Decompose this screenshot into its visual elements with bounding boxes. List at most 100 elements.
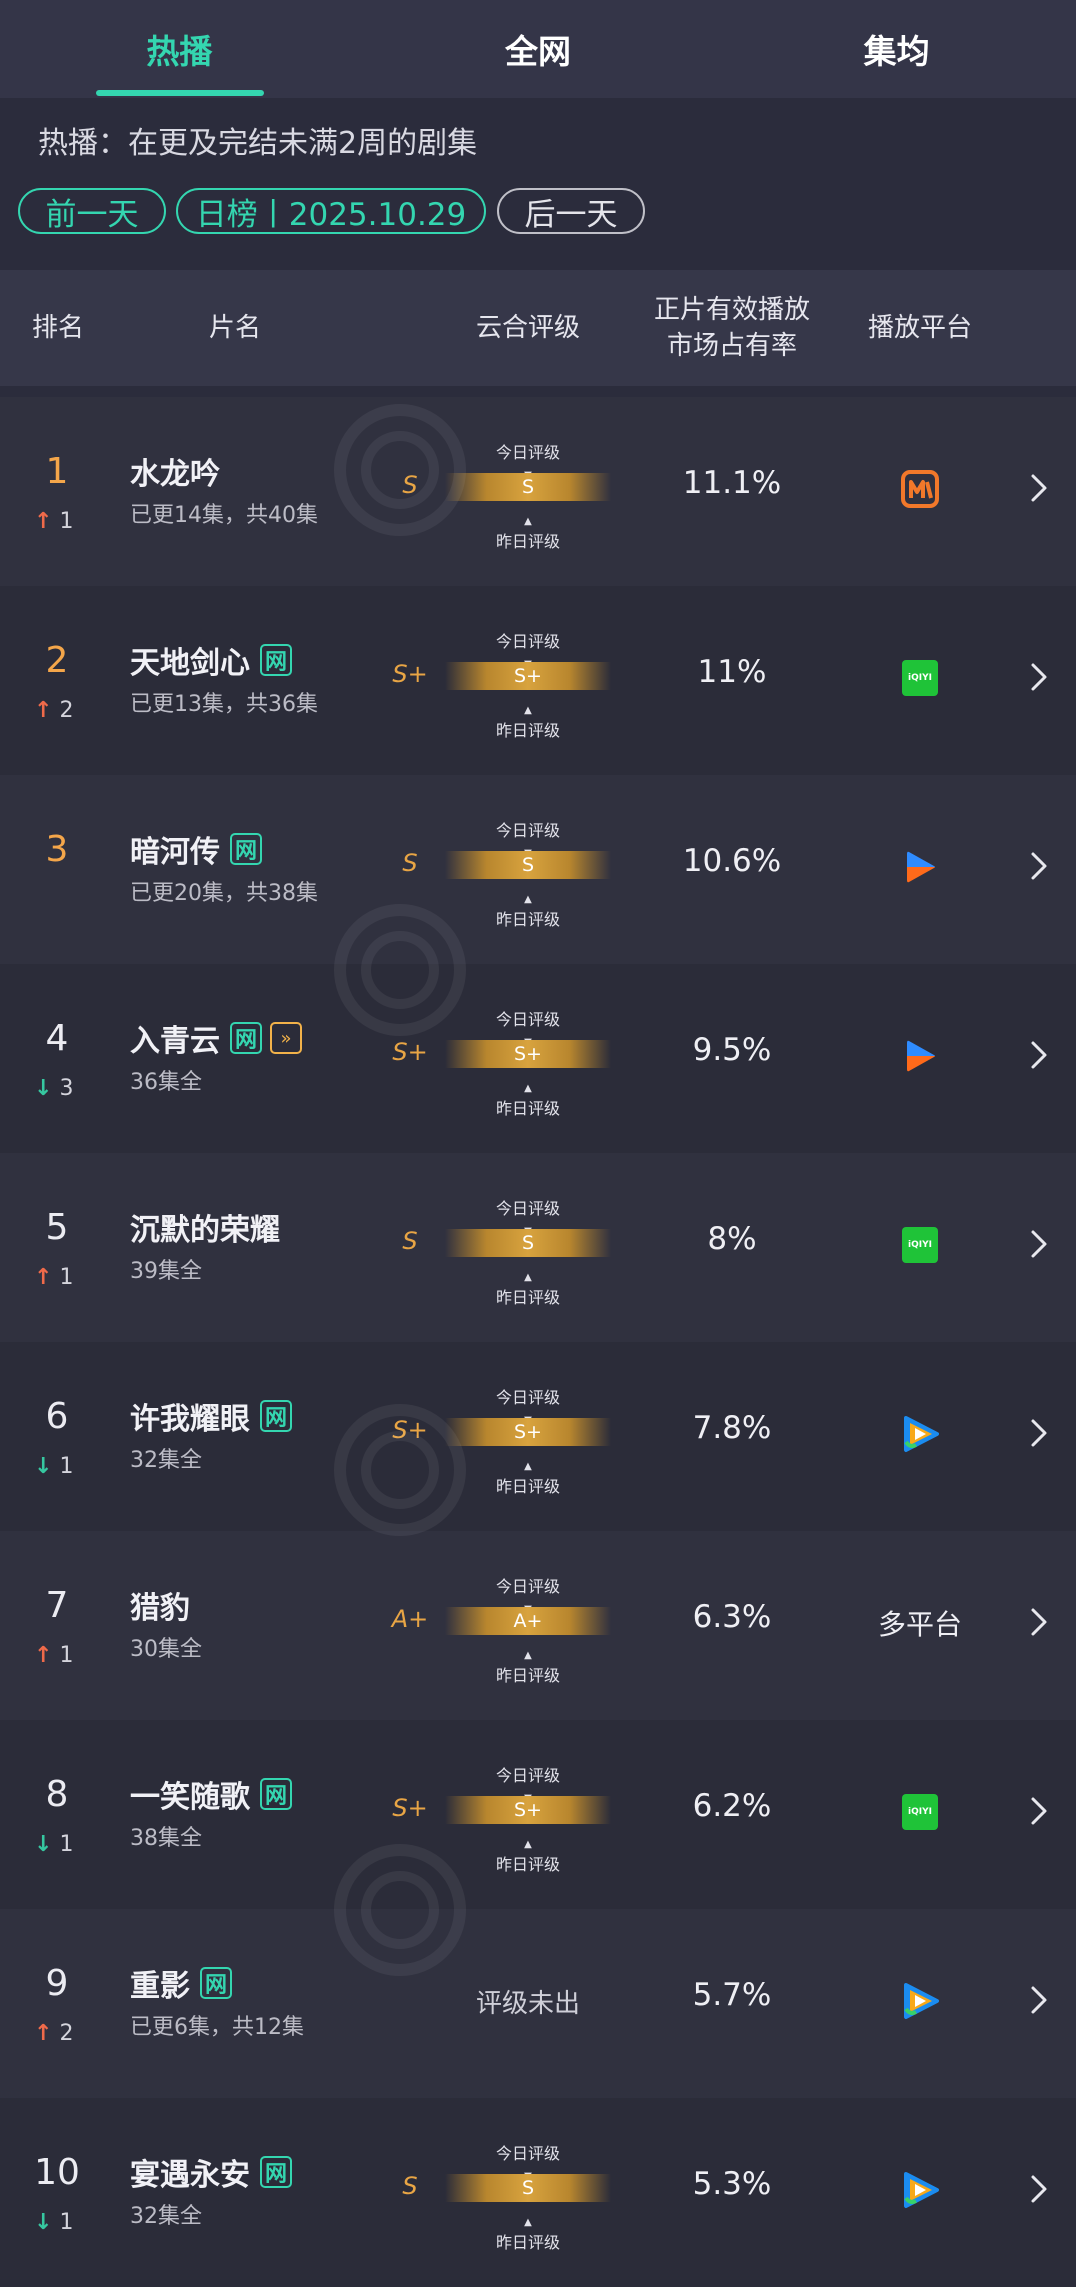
grade-bar: S bbox=[445, 1229, 611, 1257]
platform-cell: iQIYI bbox=[880, 1782, 960, 1842]
marker-up-icon: ▲ bbox=[524, 894, 532, 905]
rank-number: 1 bbox=[45, 451, 69, 492]
yesterday-grade: S bbox=[402, 1227, 418, 1255]
platform-label: 多平台 bbox=[878, 1608, 963, 1641]
today-grade: S+ bbox=[514, 1043, 542, 1065]
web-drama-badge: 网 bbox=[200, 1967, 232, 1999]
web-drama-badge: 网 bbox=[260, 644, 292, 676]
arrow-down-icon: ↓ bbox=[34, 1832, 53, 1857]
rank-change-value: 1 bbox=[59, 509, 74, 534]
rank-number: 7 bbox=[45, 1585, 69, 1626]
chevron-right-icon[interactable] bbox=[1024, 1975, 1054, 2025]
arrow-up-icon: ↑ bbox=[34, 698, 53, 723]
today-grade: S bbox=[521, 2177, 535, 2199]
today-grade: S+ bbox=[514, 1421, 542, 1443]
tencent-video-icon bbox=[904, 2172, 939, 2208]
drama-title-line: 天地剑心网 bbox=[130, 638, 292, 682]
grade-bar: S+ bbox=[445, 1040, 611, 1068]
arrow-down-icon: ↓ bbox=[34, 2210, 53, 2235]
table-row[interactable]: 6↓ 1许我耀眼网32集全S+今日评级▼S+▲昨日评级7.8% bbox=[0, 1342, 1076, 1531]
web-drama-badge: 网 bbox=[260, 2156, 292, 2188]
platform-cell: iQIYI bbox=[880, 648, 960, 708]
today-grade: S bbox=[521, 1232, 535, 1254]
rank-change-value: 1 bbox=[59, 1454, 74, 1479]
platform-cell bbox=[880, 837, 960, 897]
prev-day-button[interactable]: 前一天 bbox=[18, 188, 166, 234]
header-share-line1: 正片有效播放 bbox=[653, 295, 810, 325]
table-row[interactable]: 5↑ 1沉默的荣耀39集全S今日评级▼S▲昨日评级8%iQIYI bbox=[0, 1153, 1076, 1342]
market-share: 11% bbox=[697, 654, 767, 690]
chevron-right-icon[interactable] bbox=[1024, 652, 1054, 702]
arrow-down-icon: ↓ bbox=[34, 1076, 53, 1101]
chevron-right-icon[interactable] bbox=[1024, 2164, 1054, 2214]
episode-info: 30集全 bbox=[130, 1637, 202, 1662]
table-row[interactable]: 8↓ 1一笑随歌网38集全S+今日评级▼S+▲昨日评级6.2%iQIYI bbox=[0, 1720, 1076, 1909]
drama-title-line: 一笑随歌网 bbox=[130, 1772, 292, 1816]
table-row[interactable]: 3暗河传网已更20集，共38集S今日评级▼S▲昨日评级10.6% bbox=[0, 775, 1076, 964]
today-grade-label-text: 今日评级 bbox=[495, 1577, 560, 1596]
rank-change-value: 1 bbox=[59, 1643, 74, 1668]
yesterday-grade-label-text: 昨日评级 bbox=[495, 532, 560, 551]
rank-change: ↓ 1 bbox=[34, 1454, 73, 1479]
table-row[interactable]: 10↓ 1宴遇永安网32集全S今日评级▼S▲昨日评级5.3% bbox=[0, 2098, 1076, 2287]
chevron-right-icon[interactable] bbox=[1024, 841, 1054, 891]
rank-number: 9 bbox=[45, 1963, 69, 2004]
today-grade: S+ bbox=[514, 665, 542, 687]
tab-rebo[interactable]: 热播 bbox=[0, 0, 359, 98]
episode-info: 36集全 bbox=[130, 1070, 202, 1095]
next-day-button[interactable]: 后一天 bbox=[497, 188, 645, 234]
yesterday-grade-label: ▲ 昨日评级 bbox=[445, 1265, 611, 1308]
rank-number: 5 bbox=[45, 1207, 69, 1248]
tab-quanwang[interactable]: 全网 bbox=[359, 0, 718, 98]
episode-info: 已更20集，共38集 bbox=[130, 881, 318, 906]
header-platform: 播放平台 bbox=[867, 313, 972, 343]
arrow-up-icon: ↑ bbox=[34, 509, 53, 534]
header-share-line2: 市场占有率 bbox=[666, 331, 797, 361]
yesterday-grade-label: ▲ 昨日评级 bbox=[445, 698, 611, 741]
date-selector[interactable]: 日榜丨2025.10.29 bbox=[176, 188, 486, 234]
drama-title: 宴遇永安 bbox=[130, 2158, 250, 2193]
market-share: 6.2% bbox=[692, 1788, 772, 1824]
rank-number: 10 bbox=[34, 2152, 80, 2193]
yesterday-grade-label-text: 昨日评级 bbox=[495, 910, 560, 929]
rank-change: ↓ 1 bbox=[34, 2210, 73, 2235]
rank-change-value: 2 bbox=[59, 2021, 74, 2046]
table-row[interactable]: 4↓ 3入青云网»36集全S+今日评级▼S+▲昨日评级9.5% bbox=[0, 964, 1076, 1153]
yesterday-grade: S+ bbox=[392, 1794, 428, 1822]
yesterday-grade-label-text: 昨日评级 bbox=[495, 1288, 560, 1307]
yesterday-grade: S bbox=[402, 471, 418, 499]
drama-title-line: 沉默的荣耀 bbox=[130, 1205, 280, 1249]
chevron-right-icon[interactable] bbox=[1024, 1030, 1054, 1080]
rank-number: 2 bbox=[45, 640, 69, 681]
rank-number: 4 bbox=[45, 1018, 69, 1059]
chevron-right-icon[interactable] bbox=[1024, 1408, 1054, 1458]
chevron-right-icon[interactable] bbox=[1024, 1597, 1054, 1647]
tab-jijun[interactable]: 集均 bbox=[717, 0, 1076, 98]
yesterday-grade: S+ bbox=[392, 1416, 428, 1444]
web-drama-badge: 网 bbox=[230, 1022, 262, 1054]
table-row[interactable]: 9 ↑ 2 重影网已更6集，共12集 评级未出 5.7% bbox=[0, 1909, 1076, 2098]
marker-up-icon: ▲ bbox=[524, 1272, 532, 1283]
yesterday-grade-label-text: 昨日评级 bbox=[495, 721, 560, 740]
grade-bar: A+ bbox=[445, 1607, 611, 1635]
chevron-right-icon[interactable] bbox=[1024, 1219, 1054, 1269]
table-row[interactable]: 7↑ 1猎豹30集全A+今日评级▼A+▲昨日评级6.3%多平台 bbox=[0, 1531, 1076, 1720]
market-share: 11.1% bbox=[682, 465, 782, 501]
platform-cell bbox=[880, 1026, 960, 1086]
iqiyi-logo-text: iQIYI bbox=[908, 1807, 932, 1817]
platform-cell: 多平台 bbox=[878, 1593, 963, 1653]
rank-number: 3 bbox=[45, 829, 69, 870]
rank-change: ↓ 1 bbox=[34, 1832, 73, 1857]
list-description: 热播：在更及完结未满2周的剧集 bbox=[38, 126, 478, 161]
tencent-video-icon bbox=[904, 1416, 939, 1452]
chevron-right-icon[interactable] bbox=[1024, 463, 1054, 513]
table-row[interactable]: 1↑ 1水龙吟已更14集，共40集S今日评级▼S▲昨日评级11.1% bbox=[0, 397, 1076, 586]
market-share: 8% bbox=[707, 1221, 757, 1257]
yesterday-grade: A+ bbox=[391, 1605, 429, 1633]
chevron-right-icon[interactable] bbox=[1024, 1786, 1054, 1836]
rank-change-value: 1 bbox=[59, 1265, 74, 1290]
grade-bar: S bbox=[445, 2174, 611, 2202]
table-row[interactable]: 2↑ 2天地剑心网已更13集，共36集S+今日评级▼S+▲昨日评级11%iQIY… bbox=[0, 586, 1076, 775]
drama-title: 许我耀眼 bbox=[130, 1402, 250, 1437]
iqiyi-logo-text: iQIYI bbox=[908, 1240, 932, 1250]
